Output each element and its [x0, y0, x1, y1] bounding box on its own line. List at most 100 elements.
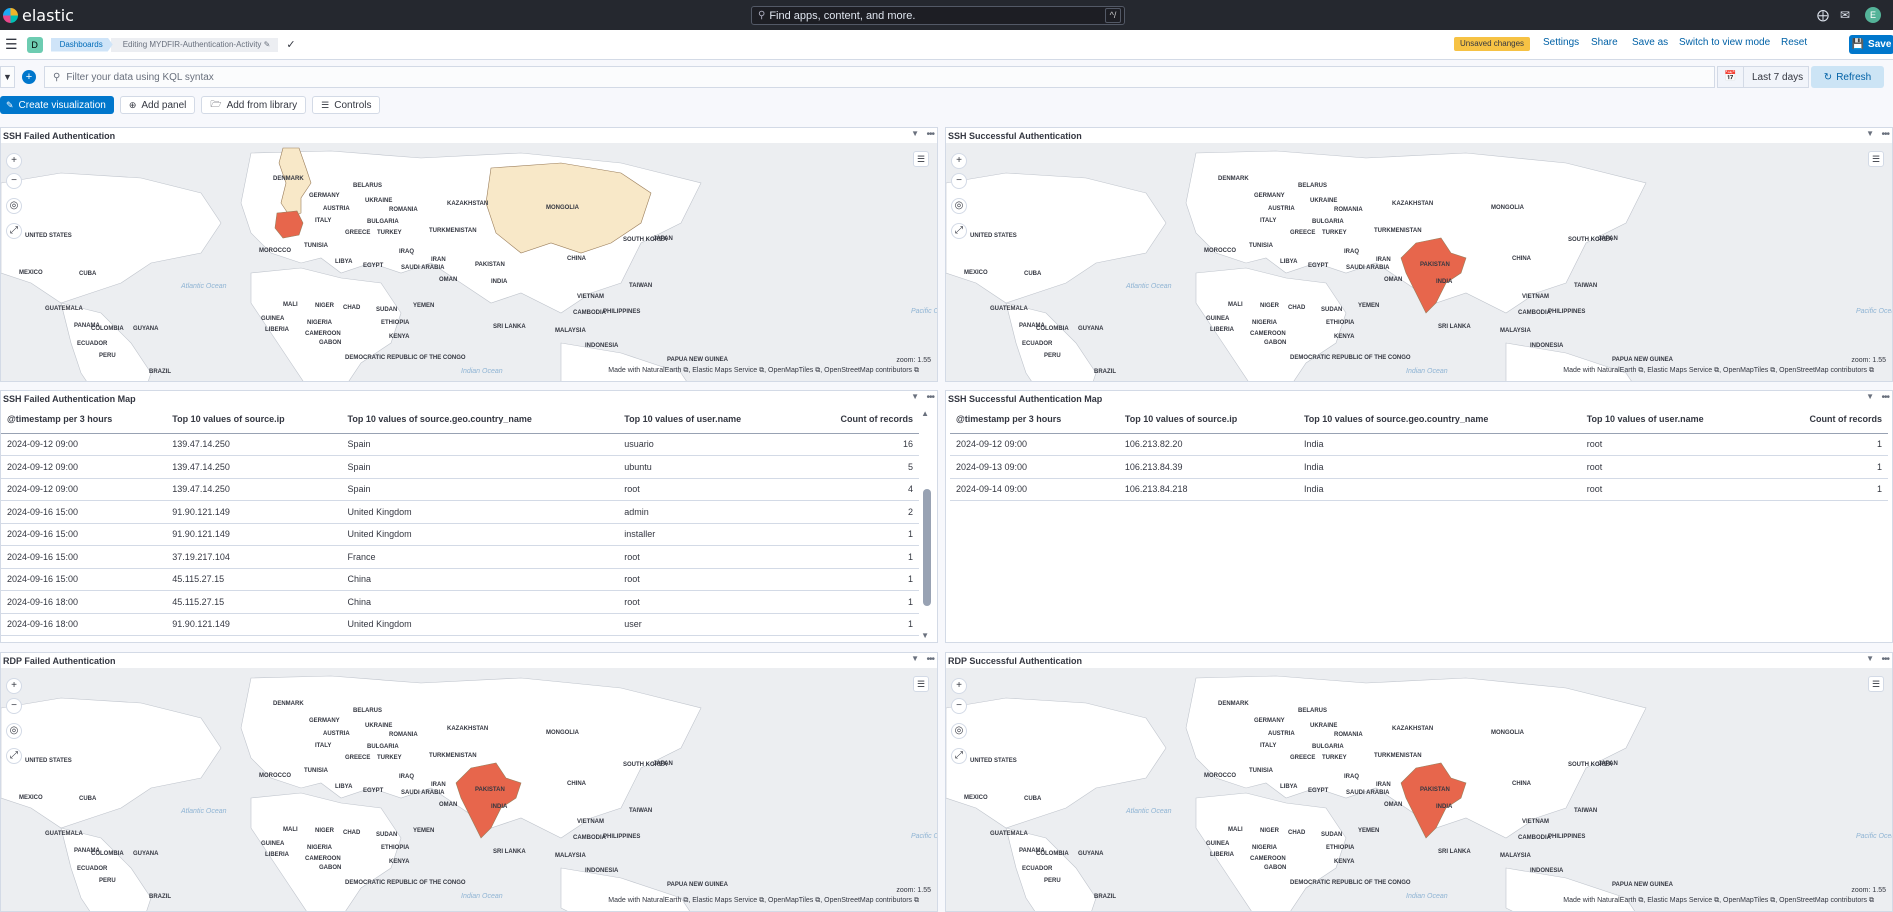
zoom-in-icon[interactable]: +	[6, 678, 22, 694]
menu-icon[interactable]: ☰	[5, 36, 18, 53]
table-row[interactable]: 2024-09-16 15:00 45.115.27.15 China root 1	[1, 568, 919, 591]
draw-shape-icon[interactable]: ⤢	[6, 748, 22, 764]
map-canvas[interactable]: DENMARK BELARUS GERMANY UKRAINE AUSTRIA ROMAN…	[1, 668, 937, 911]
table-cell: ubuntu	[618, 455, 800, 479]
zoom-out-icon[interactable]: −	[6, 173, 22, 189]
checkmark-icon[interactable]: ✓	[286, 38, 295, 51]
table-row[interactable]: 2024-09-16 15:00 91.90.121.149 United King…	[1, 500, 919, 524]
country-label: IRAQ	[399, 774, 414, 780]
calendar-icon[interactable]: 📅	[1718, 67, 1744, 87]
table-row[interactable]: 2024-09-16 15:00 37.19.217.104 France root 1	[1, 545, 919, 569]
column-header[interactable]: @timestamp per 3 hours	[950, 406, 1119, 434]
zoom-in-icon[interactable]: +	[6, 153, 22, 169]
controls-button[interactable]: ☰ Controls	[312, 96, 381, 114]
elastic-logo[interactable]: elastic	[3, 6, 74, 25]
zoom-out-icon[interactable]: −	[6, 698, 22, 714]
user-avatar[interactable]: E	[1865, 7, 1881, 23]
panel-filter-icon[interactable]: ▼	[1866, 654, 1874, 663]
country-label: CAMEROON	[305, 856, 341, 862]
map-canvas[interactable]: DENMARK BELARUS GERMANY UKRAINE AUSTRIA ROMAN…	[946, 668, 1892, 911]
table-cell: India	[1297, 455, 1581, 479]
panel-filter-icon[interactable]: ▼	[1866, 392, 1874, 401]
reset-view-icon[interactable]: ◎	[951, 198, 967, 214]
map-canvas[interactable]: DENMARK BELARUS GERMANY UKRAINE AUSTRIA ROMAN…	[946, 143, 1892, 381]
panel-options-icon[interactable]: •••	[1881, 129, 1889, 140]
legend-toggle-icon[interactable]: ☰	[913, 151, 929, 167]
panel-options-icon[interactable]: •••	[926, 392, 934, 403]
column-header[interactable]: Count of records	[799, 406, 919, 434]
table-row[interactable]: 2024-09-16 15:00 91.90.121.149 United King…	[1, 523, 919, 546]
panel-options-icon[interactable]: •••	[1881, 654, 1889, 665]
add-from-library-button[interactable]: 🗁 Add from library	[201, 96, 307, 114]
save-as-link[interactable]: Save as	[1632, 37, 1668, 48]
global-search-input[interactable]: ⚲ Find apps, content, and more. ^/	[751, 6, 1125, 25]
table-row[interactable]: 2024-09-13 09:00 106.213.84.39 India root 1	[950, 455, 1888, 479]
breadcrumb-current[interactable]: Editing MYDFIR-Authentication-Activity ✎	[110, 37, 279, 52]
save-button[interactable]: 💾 Save	[1849, 35, 1893, 54]
column-header[interactable]: Top 10 values of source.geo.country_name	[341, 406, 619, 434]
table-scrollbar[interactable]	[923, 489, 931, 606]
column-header[interactable]: Count of records	[1766, 406, 1888, 434]
refresh-button[interactable]: ↻ Refresh	[1811, 66, 1884, 88]
map-attribution[interactable]: Made with NaturalEarth ⧉, Elastic Maps S…	[1563, 367, 1874, 375]
add-panel-button[interactable]: ⊕ Add panel	[119, 96, 196, 114]
scroll-up-icon[interactable]: ▲	[921, 409, 929, 418]
column-header[interactable]: Top 10 values of source.ip	[166, 406, 342, 434]
map-canvas[interactable]: DENMARK BELARUS GERMANY UKRAINE AUSTRIA ROMAN…	[1, 143, 937, 381]
reset-view-icon[interactable]: ◎	[6, 198, 22, 214]
table-row[interactable]: 2024-09-14 09:00 106.213.84.218 India root 1	[950, 478, 1888, 501]
share-link[interactable]: Share	[1591, 37, 1618, 48]
map-attribution[interactable]: Made with NaturalEarth ⧉, Elastic Maps S…	[1563, 897, 1874, 905]
column-header[interactable]: Top 10 values of source.ip	[1118, 406, 1298, 434]
help-icon[interactable]: ⨁	[1817, 8, 1829, 22]
table-row[interactable]: 2024-09-16 18:00 91.90.121.149 United King…	[1, 613, 919, 636]
column-header[interactable]: @timestamp per 3 hours	[1, 406, 167, 434]
draw-shape-icon[interactable]: ⤢	[951, 223, 967, 239]
create-visualization-button[interactable]: ✎ Create visualization	[0, 96, 114, 114]
panel-options-icon[interactable]: •••	[926, 129, 934, 140]
zoom-in-icon[interactable]: +	[951, 678, 967, 694]
map-attribution[interactable]: Made with NaturalEarth ⧉, Elastic Maps S…	[608, 367, 919, 375]
kql-query-input[interactable]: ⚲ Filter your data using KQL syntax	[44, 66, 1715, 88]
map-attribution[interactable]: Made with NaturalEarth ⧉, Elastic Maps S…	[608, 897, 919, 905]
switch-to-view-mode-link[interactable]: Switch to view mode	[1679, 37, 1770, 48]
legend-toggle-icon[interactable]: ☰	[1868, 151, 1884, 167]
draw-shape-icon[interactable]: ⤢	[951, 748, 967, 764]
reset-link[interactable]: Reset	[1781, 37, 1807, 48]
table-row[interactable]: 2024-09-12 09:00 106.213.82.20 India root 1	[950, 433, 1888, 456]
legend-toggle-icon[interactable]: ☰	[913, 676, 929, 692]
date-picker[interactable]: 📅 Last 7 days	[1717, 66, 1809, 88]
panel-options-icon[interactable]: •••	[1881, 392, 1889, 403]
legend-toggle-icon[interactable]: ☰	[1868, 676, 1884, 692]
panel-options-icon[interactable]: •••	[926, 654, 934, 665]
country-label: GUATEMALA	[990, 306, 1028, 312]
settings-link[interactable]: Settings	[1543, 37, 1579, 48]
column-header[interactable]: Top 10 values of user.name	[1580, 406, 1767, 434]
filter-menu-icon[interactable]: ▼	[0, 66, 15, 88]
zoom-out-icon[interactable]: −	[951, 698, 967, 714]
scroll-down-icon[interactable]: ▼	[921, 631, 929, 640]
table-row[interactable]: 2024-09-12 09:00 139.47.14.250 Spain usuari…	[1, 433, 919, 456]
table-row[interactable]: 2024-09-16 18:00 45.115.27.15 China root 1	[1, 590, 919, 614]
space-avatar[interactable]: D	[26, 36, 43, 53]
table-cell: Spain	[341, 433, 619, 456]
reset-view-icon[interactable]: ◎	[6, 723, 22, 739]
news-feed-icon[interactable]: ✉	[1840, 8, 1850, 22]
column-header[interactable]: Top 10 values of user.name	[618, 406, 800, 434]
table-row[interactable]: 2024-09-12 09:00 139.47.14.250 Spain ubuntu…	[1, 455, 919, 479]
add-filter-icon[interactable]: +	[22, 70, 36, 84]
table-row[interactable]: 2024-09-12 09:00 139.47.14.250 Spain root 4	[1, 478, 919, 501]
panel-filter-icon[interactable]: ▼	[1866, 129, 1874, 138]
zoom-in-icon[interactable]: +	[951, 153, 967, 169]
country-label: DEMOCRATIC REPUBLIC OF THE CONGO	[1290, 880, 1411, 886]
zoom-out-icon[interactable]: −	[951, 173, 967, 189]
panel-filter-icon[interactable]: ▼	[911, 654, 919, 663]
panel-filter-icon[interactable]: ▼	[911, 129, 919, 138]
reset-view-icon[interactable]: ◎	[951, 723, 967, 739]
country-label: GUYANA	[1078, 851, 1104, 857]
draw-shape-icon[interactable]: ⤢	[6, 223, 22, 239]
panel-filter-icon[interactable]: ▼	[911, 392, 919, 401]
column-header[interactable]: Top 10 values of source.geo.country_name	[1297, 406, 1581, 434]
country-label: LIBERIA	[265, 327, 289, 333]
breadcrumb-dashboards[interactable]: Dashboards	[50, 37, 113, 52]
